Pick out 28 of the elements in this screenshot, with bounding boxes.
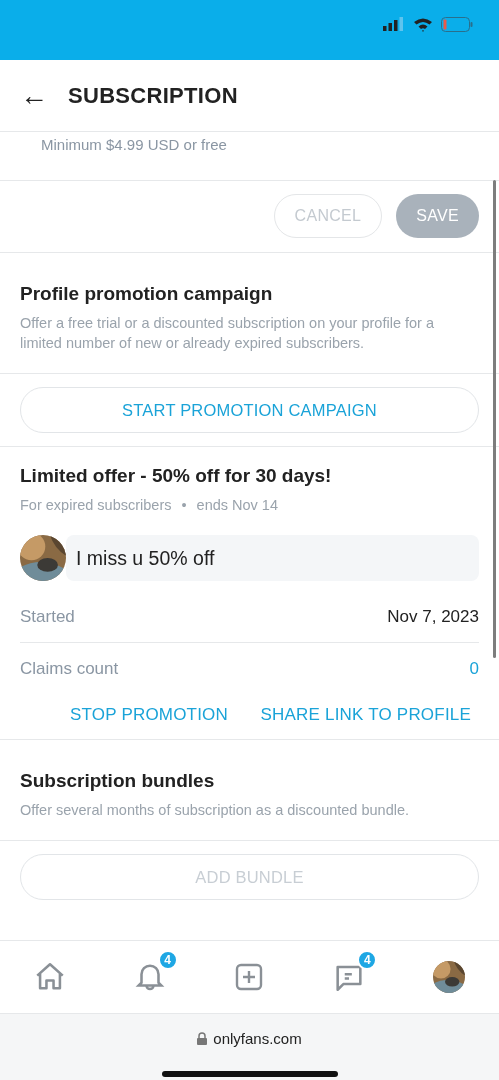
price-hint: Minimum $4.99 USD or free xyxy=(40,135,228,155)
offer-audience: For expired subscribers xyxy=(20,497,172,513)
section-title: Profile promotion campaign xyxy=(20,283,274,305)
count-badge: 4 xyxy=(357,950,378,970)
separator-dot: • xyxy=(181,497,187,513)
battery-icon xyxy=(441,16,473,32)
info-value: Nov 7, 2023 xyxy=(387,606,479,627)
info-label: Started xyxy=(20,606,75,627)
info-value[interactable]: 0 xyxy=(469,659,479,679)
info-label: Claims count xyxy=(20,659,119,679)
signal-icon xyxy=(383,17,405,31)
count-badge: 4 xyxy=(157,950,178,970)
nav-button[interactable]: 4 xyxy=(120,949,179,1005)
share-link-button[interactable]: SHARE LINK TO PROFILE xyxy=(260,705,471,725)
section-description: Offer several months of subscription as a discounted bundle. xyxy=(20,801,411,820)
offer-title: Limited offer - 50% off for 30 days! xyxy=(20,465,333,487)
page-title: SUBSCRIPTION xyxy=(68,82,238,109)
section-title: Subscription bundles xyxy=(20,770,216,792)
nav-button[interactable]: 4 xyxy=(320,949,379,1005)
url-text: onlyfans.com xyxy=(213,1030,302,1047)
section-description: Offer a free trial or a discounted subscription on your profile for a limited number of new or already expired subscribers. xyxy=(20,314,435,353)
lock-icon xyxy=(197,1032,208,1045)
wifi-icon xyxy=(413,16,433,32)
offer-end-date: ends Nov 14 xyxy=(196,497,278,513)
offer-message: I miss u 50% off xyxy=(66,535,479,581)
stop-promotion-button[interactable]: STOP PROMOTION xyxy=(70,705,229,725)
back-button[interactable]: ← xyxy=(20,81,48,110)
start-promotion-button[interactable]: START PROMOTION CAMPAIGN xyxy=(20,387,479,433)
